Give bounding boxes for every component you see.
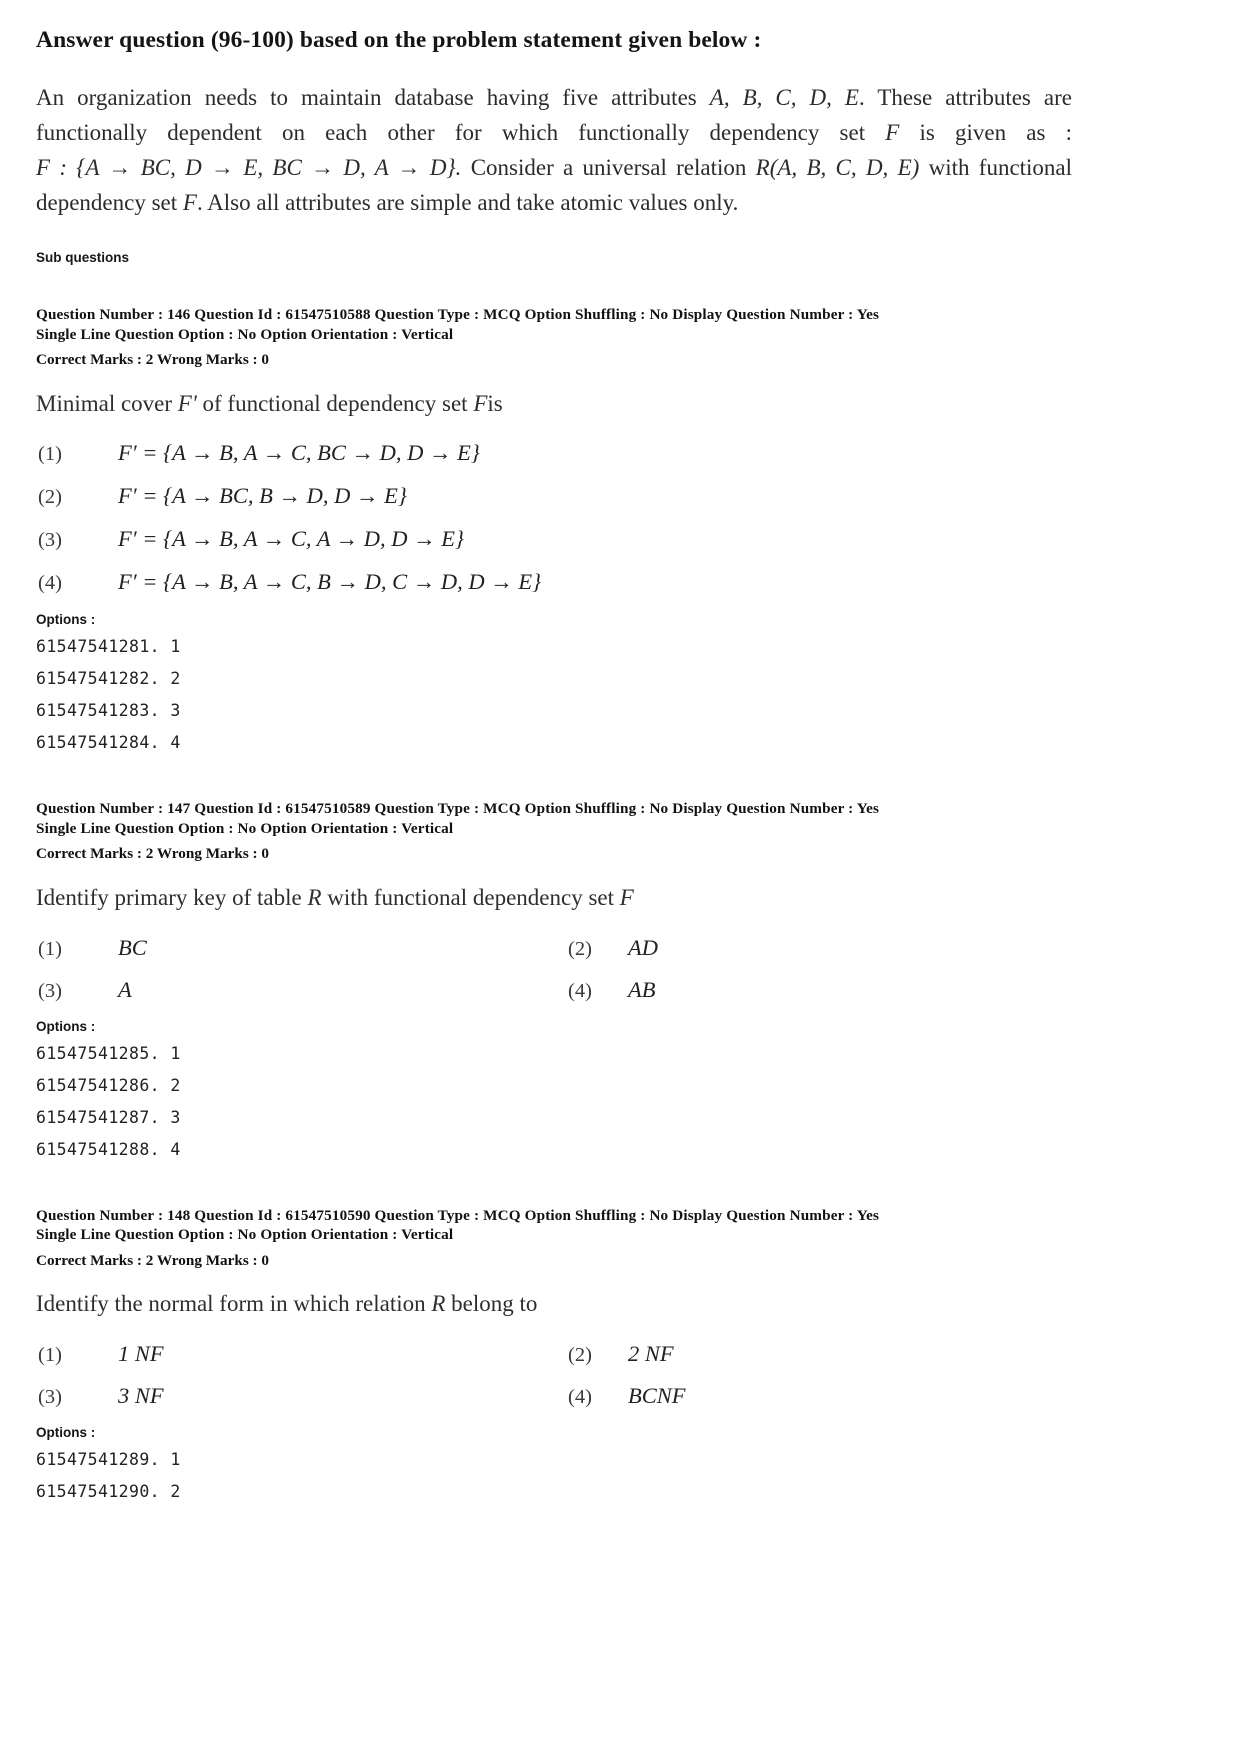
choice-text: 1 NF bbox=[118, 1340, 164, 1366]
choice-row[interactable]: (1) F′ = {A → B, A → C, BC → D, D → E} bbox=[36, 440, 1072, 466]
question-text-147: Identify primary key of table R with fun… bbox=[36, 884, 1072, 913]
choice-row[interactable]: (2) F′ = {A → BC, B → D, D → E} bbox=[36, 483, 1072, 509]
choice-row[interactable]: (3) A bbox=[36, 977, 566, 1003]
options-label: Options : bbox=[36, 612, 96, 628]
choice-text: A bbox=[118, 976, 132, 1002]
choice-row[interactable]: (3) 3 NF bbox=[36, 1383, 566, 1409]
question-meta-line-1: Question Number : 148 Question Id : 6154… bbox=[36, 1206, 880, 1224]
option-id-entry: 61547541290. 2 bbox=[36, 1481, 181, 1501]
question-meta-line-1: Question Number : 146 Question Id : 6154… bbox=[36, 306, 880, 324]
choice-text: 2 NF bbox=[628, 1340, 674, 1366]
question-text-pre: Identify the normal form in which relati… bbox=[36, 1291, 426, 1317]
universal-relation: R(A, B, C, D, E) bbox=[755, 155, 920, 181]
option-id-entry: 61547541287. 3 bbox=[36, 1107, 181, 1127]
choice-pair: (3) 3 NF (4) BCNF bbox=[36, 1383, 1072, 1409]
relation-variable: R bbox=[431, 1291, 446, 1317]
fd-set-variable-2: F bbox=[182, 190, 197, 216]
options-label: Options : bbox=[36, 1018, 96, 1034]
relation-variable: R bbox=[307, 884, 322, 910]
choice-row[interactable]: (1) 1 NF bbox=[36, 1341, 566, 1367]
choice-text: F′ = {A → BC, B → D, D → E} bbox=[118, 483, 407, 509]
choice-number: (3) bbox=[38, 529, 62, 552]
choice-text: F′ = {A → B, A → C, BC → D, D → E} bbox=[118, 440, 480, 466]
choice-row[interactable]: (2) AD bbox=[566, 935, 1026, 961]
choice-text: BCNF bbox=[628, 1382, 686, 1408]
answer-choices-148: (1) 1 NF (2) 2 NF (3) 3 NF (4) BCNF bbox=[36, 1341, 1072, 1409]
page-title: Answer question (96-100) based on the pr… bbox=[36, 27, 762, 53]
question-text-post: with functional dependency set bbox=[327, 884, 615, 910]
choice-row[interactable]: (4) BCNF bbox=[566, 1383, 1026, 1409]
choice-text: 3 NF bbox=[118, 1382, 164, 1408]
fd-set-variable: F bbox=[473, 390, 488, 416]
choice-number: (4) bbox=[568, 1385, 592, 1408]
choice-number: (1) bbox=[38, 1343, 62, 1366]
attribute-list: A, B, C, D, E bbox=[709, 85, 859, 111]
choice-number: (4) bbox=[568, 979, 592, 1002]
statement-segment-4: Consider a universal relation bbox=[470, 155, 747, 181]
options-label: Options : bbox=[36, 1424, 96, 1440]
option-id-entry: 61547541285. 1 bbox=[36, 1043, 181, 1063]
question-block-147: Question Number : 147 Question Id : 6154… bbox=[36, 799, 1072, 1158]
choice-text: F′ = {A → B, A → C, B → D, C → D, D → E} bbox=[118, 569, 542, 595]
choice-row[interactable]: (3) F′ = {A → B, A → C, A → D, D → E} bbox=[36, 526, 1072, 552]
option-id-entry: 61547541283. 3 bbox=[36, 701, 181, 721]
problem-statement: An organization needs to maintain databa… bbox=[36, 80, 1072, 220]
sub-questions-label: Sub questions bbox=[36, 250, 130, 266]
choice-row[interactable]: (1) BC bbox=[36, 935, 566, 961]
option-id-entry: 61547541284. 4 bbox=[36, 733, 181, 753]
option-id-entry: 61547541282. 2 bbox=[36, 669, 181, 689]
choice-number: (2) bbox=[38, 486, 62, 509]
document-page: Answer question (96-100) based on the pr… bbox=[0, 0, 1240, 1754]
choice-number: (2) bbox=[568, 1343, 592, 1366]
statement-segment-6: . Also all attributes are simple and tak… bbox=[196, 190, 739, 216]
question-marks-line: Correct Marks : 2 Wrong Marks : 0 bbox=[36, 845, 269, 863]
option-id-entry: 61547541286. 2 bbox=[36, 1075, 181, 1095]
question-marks-line: Correct Marks : 2 Wrong Marks : 0 bbox=[36, 351, 269, 369]
minimal-cover-variable: F' bbox=[177, 390, 197, 416]
question-meta-line-2: Single Line Question Option : No Option … bbox=[36, 325, 454, 343]
choice-text: AB bbox=[628, 976, 656, 1002]
question-text-pre: Identify primary key of table bbox=[36, 884, 302, 910]
question-block-148: Question Number : 148 Question Id : 6154… bbox=[36, 1206, 1072, 1501]
question-meta-line-1: Question Number : 147 Question Id : 6154… bbox=[36, 800, 880, 818]
answer-choices-147: (1) BC (2) AD (3) A (4) AB bbox=[36, 935, 1072, 1003]
choice-number: (1) bbox=[38, 443, 62, 466]
question-text-pre: Minimal cover bbox=[36, 390, 173, 416]
question-meta-line-2: Single Line Question Option : No Option … bbox=[36, 1226, 454, 1244]
question-marks-line: Correct Marks : 2 Wrong Marks : 0 bbox=[36, 1251, 269, 1269]
choice-pair: (1) BC (2) AD bbox=[36, 935, 1072, 961]
question-text-end: is bbox=[487, 390, 503, 416]
question-meta-line-2: Single Line Question Option : No Option … bbox=[36, 819, 454, 837]
choice-pair: (3) A (4) AB bbox=[36, 977, 1072, 1003]
choice-text: BC bbox=[118, 934, 147, 960]
question-text-post: of functional dependency set bbox=[202, 390, 468, 416]
option-id-entry: 61547541288. 4 bbox=[36, 1139, 181, 1159]
choice-pair: (1) 1 NF (2) 2 NF bbox=[36, 1341, 1072, 1367]
fd-set-variable: F bbox=[619, 884, 634, 910]
question-text-146: Minimal cover F' of functional dependenc… bbox=[36, 390, 1072, 419]
option-id-entry: 61547541281. 1 bbox=[36, 637, 181, 657]
statement-segment-1: An organization needs to maintain databa… bbox=[36, 85, 697, 111]
fd-set-definition: F : {A → BC, D → E, BC → D, A → D}. bbox=[36, 155, 462, 181]
choice-text: F′ = {A → B, A → C, A → D, D → E} bbox=[118, 526, 465, 552]
option-id-entry: 61547541289. 1 bbox=[36, 1449, 181, 1469]
choice-number: (1) bbox=[38, 937, 62, 960]
statement-segment-3: is given as : bbox=[919, 120, 1073, 146]
choice-row[interactable]: (4) F′ = {A → B, A → C, B → D, C → D, D … bbox=[36, 569, 1072, 595]
choice-text: AD bbox=[628, 934, 658, 960]
question-text-post: belong to bbox=[451, 1291, 538, 1317]
question-text-148: Identify the normal form in which relati… bbox=[36, 1290, 1072, 1319]
page-content: Answer question (96-100) based on the pr… bbox=[36, 26, 1072, 1514]
choice-row[interactable]: (4) AB bbox=[566, 977, 1026, 1003]
choice-number: (2) bbox=[568, 937, 592, 960]
choice-number: (3) bbox=[38, 979, 62, 1002]
fd-set-variable: F bbox=[885, 120, 900, 146]
choice-number: (3) bbox=[38, 1385, 62, 1408]
choice-row[interactable]: (2) 2 NF bbox=[566, 1341, 1026, 1367]
answer-choices-146: (1) F′ = {A → B, A → C, BC → D, D → E} (… bbox=[36, 440, 1072, 595]
choice-number: (4) bbox=[38, 572, 62, 595]
question-block-146: Question Number : 146 Question Id : 6154… bbox=[36, 305, 1072, 752]
